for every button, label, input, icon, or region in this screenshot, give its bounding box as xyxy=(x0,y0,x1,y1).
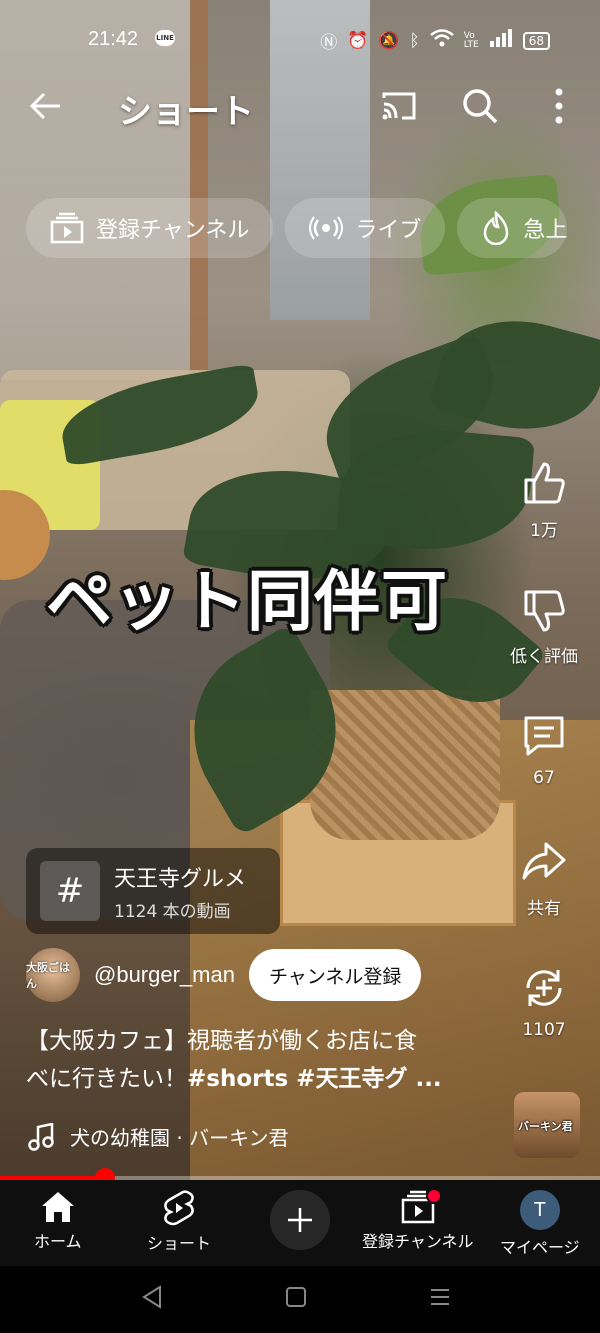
nav-subscriptions[interactable]: 登録チャンネル xyxy=(362,1188,474,1252)
hashtag-video-count: 1124 本の動画 xyxy=(114,901,231,922)
status-bar: 21:42 LINE Ⓝ ⏰ 🔕 ᛒ Vo LTE 68 xyxy=(0,0,600,80)
wifi-icon xyxy=(429,29,454,52)
bottom-nav: ホーム ショート 登録チャンネル T マイページ xyxy=(0,1180,600,1266)
status-time: 21:42 xyxy=(88,28,139,50)
back-arrow-icon[interactable] xyxy=(28,88,64,124)
action-rail: 1万 低く評価 67 共有 1107 xyxy=(510,460,578,1090)
music-track: 犬の幼稚園 · バーキン君 xyxy=(70,1126,289,1150)
line-app-icon: LINE xyxy=(155,30,175,46)
channel-name[interactable]: @burger_man xyxy=(94,962,235,988)
chip-trending[interactable]: 急上 xyxy=(457,198,568,258)
trending-icon xyxy=(484,211,509,245)
nav-my-page[interactable]: T マイページ xyxy=(500,1190,580,1258)
nav-subscriptions-label: 登録チャンネル xyxy=(362,1232,474,1251)
comments-button[interactable]: 67 xyxy=(520,712,568,838)
system-recents-icon[interactable] xyxy=(428,1284,452,1314)
dislike-button[interactable]: 低く評価 xyxy=(510,586,578,712)
thumbs-down-icon xyxy=(524,590,565,632)
video-overlay-text: ペット同伴可 xyxy=(46,563,448,640)
description-line-1: 【大阪カフェ】視聴者が働くお店に食 xyxy=(26,1028,417,1054)
comment-count: 67 xyxy=(533,768,555,788)
music-note-icon xyxy=(28,1122,54,1151)
nav-home[interactable]: ホーム xyxy=(34,1190,82,1252)
hashtag-title: 天王寺グルメ xyxy=(114,866,247,892)
sound-thumbnail[interactable]: バーキン君 xyxy=(514,1092,580,1158)
mute-icon: 🔕 xyxy=(378,30,400,51)
hashtag-text: 天王寺グルメ 1124 本の動画 xyxy=(114,861,246,922)
description-line-2: べに行きたい！#shorts #天王寺グ ... xyxy=(26,1060,496,1098)
filter-chips: 登録チャンネル ライブ 急上 xyxy=(26,198,568,258)
thumbs-up-icon xyxy=(524,462,565,504)
volte-icon: Vo LTE xyxy=(463,30,479,50)
battery-indicator: 68 xyxy=(522,31,550,50)
chip-label: 急上 xyxy=(523,218,568,243)
system-home-icon[interactable] xyxy=(284,1284,308,1314)
plus-icon xyxy=(288,1208,312,1232)
share-button[interactable]: 共有 xyxy=(520,838,568,964)
nfc-icon: Ⓝ xyxy=(320,33,338,53)
hashtag-icon: # xyxy=(40,861,100,921)
comment-icon xyxy=(524,716,564,756)
shorts-icon xyxy=(164,1190,194,1226)
share-icon xyxy=(522,842,566,880)
video-description[interactable]: 【大阪カフェ】視聴者が働くお店に食 べに行きたい！#shorts #天王寺グ .… xyxy=(26,1022,496,1098)
description-text: べに行きたい！ xyxy=(26,1066,187,1092)
system-nav-bar xyxy=(0,1266,600,1333)
bluetooth-icon: ᛒ xyxy=(409,30,420,51)
subscriptions-icon xyxy=(50,212,84,244)
nav-shorts[interactable]: ショート xyxy=(147,1190,211,1254)
remix-icon xyxy=(526,970,562,1006)
home-icon xyxy=(41,1192,74,1222)
nav-home-label: ホーム xyxy=(34,1232,82,1251)
cast-icon[interactable] xyxy=(380,88,418,124)
chip-label: 登録チャンネル xyxy=(96,218,250,243)
sound-thumbnail-label: バーキン君 xyxy=(518,1120,573,1133)
nav-my-page-label: マイページ xyxy=(500,1238,580,1257)
dislike-label: 低く評価 xyxy=(510,647,578,667)
create-button[interactable] xyxy=(270,1190,330,1250)
chip-label: ライブ xyxy=(355,218,422,243)
chip-subscriptions[interactable]: 登録チャンネル xyxy=(26,198,274,258)
status-icons: Ⓝ ⏰ 🔕 ᛒ Vo LTE 68 xyxy=(320,28,550,53)
like-button[interactable]: 1万 xyxy=(520,460,568,586)
account-avatar: T xyxy=(519,1190,560,1230)
hashtag-card[interactable]: # 天王寺グルメ 1124 本の動画 xyxy=(26,848,280,934)
share-label: 共有 xyxy=(527,899,561,919)
video-plant-pot xyxy=(310,690,500,840)
alarm-icon: ⏰ xyxy=(347,30,369,51)
channel-row: 大阪ごはん @burger_man チャンネル登録 xyxy=(26,948,422,1002)
remix-button[interactable]: 1107 xyxy=(520,964,568,1090)
music-row[interactable]: 犬の幼稚園 · バーキン君 xyxy=(28,1122,288,1151)
page-title: ショート xyxy=(118,92,254,132)
live-icon xyxy=(309,216,344,240)
more-options-icon[interactable] xyxy=(544,86,574,126)
description-hashtags: #shorts #天王寺グ ... xyxy=(187,1066,442,1092)
remix-count: 1107 xyxy=(522,1020,566,1040)
search-icon[interactable] xyxy=(460,86,500,126)
nav-shorts-label: ショート xyxy=(147,1234,212,1253)
signal-icon xyxy=(489,29,513,52)
channel-avatar[interactable]: 大阪ごはん xyxy=(26,948,80,1002)
notification-dot xyxy=(426,1188,442,1204)
top-bar: ショート xyxy=(0,74,600,140)
like-count: 1万 xyxy=(530,521,558,541)
subscribe-button[interactable]: チャンネル登録 xyxy=(248,949,422,1001)
system-back-icon[interactable] xyxy=(140,1284,164,1314)
chip-live[interactable]: ライブ xyxy=(285,198,446,258)
